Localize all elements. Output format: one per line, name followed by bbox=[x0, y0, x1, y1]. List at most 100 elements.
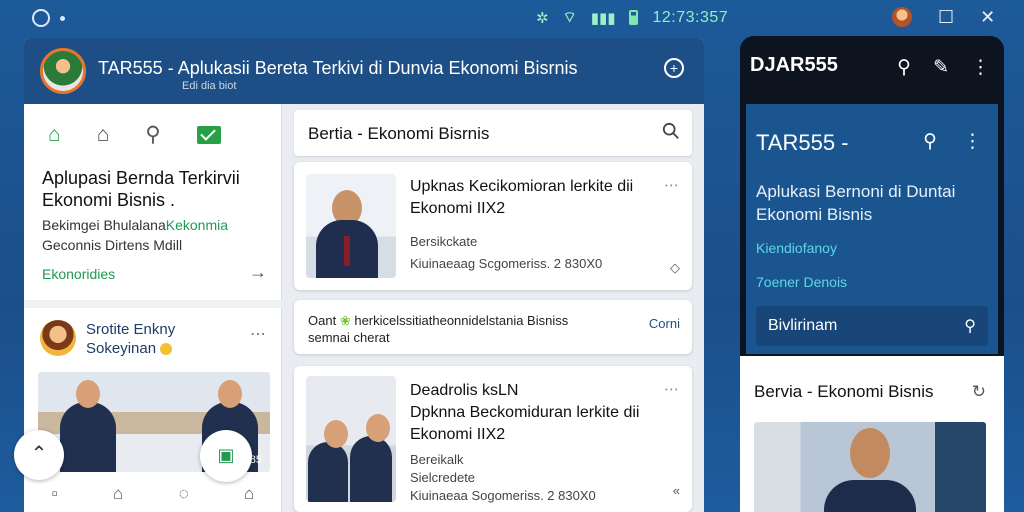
phone-feed: Bervia - Ekonomi Bisnis ↻ bbox=[740, 356, 1004, 512]
left-title: Aplupasi Bernda Terkirvii Ekonomi Bisnis… bbox=[42, 168, 240, 210]
news-card[interactable]: Deadrolis ksLN Dpknna Beckomiduran lerki… bbox=[294, 366, 692, 512]
phone-search-input[interactable]: Bivlirinam ⚲ bbox=[756, 306, 988, 346]
phone-brand: DJAR555 bbox=[750, 54, 838, 76]
camera-button[interactable]: ▣ bbox=[200, 430, 252, 482]
search-icon[interactable]: ⚲ bbox=[145, 122, 160, 147]
window-title: TAR555 - Aplukasii Bereta Terkivi di Dun… bbox=[98, 58, 578, 78]
clock: 12:73:357 bbox=[652, 8, 729, 26]
news-meta: Bereikalk bbox=[410, 452, 464, 467]
edit-icon[interactable]: ✎ bbox=[933, 56, 949, 79]
news-thumbnail bbox=[306, 174, 396, 278]
news-meta: Kiuinaeaag Scgomeriss. 2 830X0 bbox=[410, 256, 603, 271]
house-outline-icon[interactable]: ⌂ bbox=[97, 123, 110, 147]
news-headline-1: Deadrolis ksLN bbox=[410, 382, 519, 399]
person-figure bbox=[308, 420, 348, 502]
verified-icon bbox=[160, 343, 173, 356]
refresh-icon[interactable]: ↻ bbox=[972, 382, 986, 402]
app-logo bbox=[40, 48, 86, 94]
comment-link[interactable]: Corni bbox=[649, 316, 680, 331]
share-icon[interactable]: « bbox=[673, 483, 680, 498]
person-figure bbox=[350, 414, 392, 502]
status-left bbox=[32, 9, 65, 27]
dot-icon bbox=[60, 15, 65, 21]
signal-icon: ▮▮▮ bbox=[590, 9, 616, 27]
left-toolbar: ⌂ ⌂ ⚲ bbox=[24, 104, 281, 147]
news-headline: Deadrolis ksLN Dpknna Beckomiduran lerki… bbox=[410, 380, 660, 446]
window-controls: ☐ ✕ bbox=[892, 7, 995, 27]
home-icon[interactable]: ⌂ bbox=[244, 484, 254, 504]
leaf-icon: ❀ bbox=[339, 313, 351, 328]
snippet-a: Oant bbox=[308, 313, 337, 328]
maximize-icon[interactable]: ☐ bbox=[938, 7, 954, 27]
search-icon[interactable]: ⚲ bbox=[897, 56, 911, 79]
more-vertical-icon[interactable]: ⋮ bbox=[971, 56, 990, 79]
toggle-icon[interactable]: ◌ bbox=[179, 484, 189, 504]
snippet-c: semnai cherat bbox=[308, 330, 390, 345]
search-icon[interactable]: ⚲ bbox=[923, 130, 937, 153]
feed-header: Bertia - Ekonomi Bisrnis bbox=[294, 110, 692, 156]
bug-icon: ✲ bbox=[536, 9, 549, 27]
status-bar: ✲ ⌔ ▮▮▮ 12:73:357 ☐ ✕ bbox=[0, 0, 1024, 36]
home-outline-icon[interactable]: ⌂ bbox=[113, 484, 123, 504]
left-description: Bekimgei BhulalanaKekonmia Geconnis Dirt… bbox=[24, 211, 281, 255]
status-indicators: ✲ ⌔ ▮▮▮ 12:73:357 bbox=[536, 8, 728, 27]
account-avatar[interactable] bbox=[892, 7, 912, 27]
search-icon[interactable]: ⚲ bbox=[964, 316, 976, 336]
news-snippet: Oant ❀ herkicelssitiatheonnidelstania Bi… bbox=[308, 312, 628, 346]
phone-link[interactable]: 7oener Denois bbox=[756, 274, 847, 290]
add-icon[interactable]: + bbox=[664, 58, 684, 78]
desc-line2: Geconnis Dirtens Mdill bbox=[42, 237, 183, 253]
news-headline: Upknas Kecikomioran lerkite dii Ekonomi … bbox=[410, 178, 634, 217]
news-meta: Sielcredete bbox=[410, 470, 476, 485]
more-icon[interactable]: ⋯ bbox=[664, 176, 680, 194]
desc-line1-b: Kekonmia bbox=[165, 217, 229, 233]
phone-search-text: Bivlirinam bbox=[768, 317, 838, 334]
arrow-right-icon[interactable]: → bbox=[249, 262, 267, 283]
phone-preview: DJAR555 ⚲ ✎ ⋮ TAR555 - ⚲ ⋮ Aplukasi Bern… bbox=[740, 36, 1004, 512]
news-meta: Kiuinaeaa Sogomeriss. 2 830X0 bbox=[410, 488, 596, 503]
feed-title: Bertia - Ekonomi Bisrnis bbox=[308, 124, 490, 143]
phone-link[interactable]: Kiendiofanoy bbox=[756, 240, 837, 256]
battery-icon bbox=[629, 10, 639, 25]
main-window: TAR555 - Aplukasii Bereta Terkivi di Dun… bbox=[24, 38, 704, 512]
more-vertical-icon[interactable]: ⋮ bbox=[963, 130, 982, 153]
news-card[interactable]: Oant ❀ herkicelssitiatheonnidelstania Bi… bbox=[294, 300, 692, 354]
more-icon[interactable]: ⋯ bbox=[250, 324, 267, 344]
news-thumbnail bbox=[306, 376, 396, 502]
center-pane: Bertia - Ekonomi Bisrnis Upknas Kecikomi… bbox=[294, 104, 698, 512]
divider bbox=[24, 300, 282, 308]
news-meta: Bersikckate bbox=[410, 234, 478, 249]
person-head bbox=[850, 428, 890, 478]
news-card[interactable]: Upknas Kecikomioran lerkite dii Ekonomi … bbox=[294, 162, 692, 290]
user-name-line1: Srotite Enkny bbox=[86, 321, 176, 338]
wifi-icon: ⌔ bbox=[562, 9, 577, 26]
square-icon[interactable]: ▫ bbox=[52, 484, 58, 504]
left-bottom-bar: ▫ ⌂ ◌ ⌂ bbox=[24, 476, 282, 512]
user-avatar[interactable] bbox=[40, 320, 76, 356]
phone-hero-title: TAR555 - bbox=[756, 130, 849, 155]
user-name[interactable]: Srotite Enkny Sokeyinan bbox=[86, 320, 175, 358]
share-icon[interactable]: ◇ bbox=[670, 260, 680, 276]
category-link[interactable]: Ekonoridies bbox=[42, 266, 115, 282]
person-suit bbox=[824, 480, 916, 512]
more-icon[interactable]: ⋯ bbox=[664, 380, 680, 398]
phone-topbar: DJAR555 ⚲ ✎ ⋮ bbox=[740, 36, 1004, 104]
window-header: TAR555 - Aplukasii Bereta Terkivi di Dun… bbox=[24, 38, 704, 104]
desc-line1-a: Bekimgei Bhulalana bbox=[42, 217, 166, 233]
home-icon[interactable]: ⌂ bbox=[48, 123, 61, 147]
phone-hero: TAR555 - ⚲ ⋮ Aplukasi Bernoni di Duntai … bbox=[746, 104, 998, 354]
phone-hero-subtitle: Aplukasi Bernoni di Duntai Ekonomi Bisni… bbox=[756, 182, 956, 224]
snippet-b: herkicelssitiatheonnidelstania Bisniss bbox=[354, 313, 569, 328]
phone-hero-actions: ⚲ ⋮ bbox=[923, 130, 982, 153]
person-tie bbox=[344, 236, 350, 266]
person-figure bbox=[60, 380, 116, 472]
circle-icon bbox=[32, 9, 50, 27]
user-name-line2: Sokeyinan bbox=[86, 340, 157, 357]
close-icon[interactable]: ✕ bbox=[980, 7, 995, 27]
window-subtitle: Edi dia biot bbox=[182, 80, 237, 92]
phone-feed-title: Bervia - Ekonomi Bisnis bbox=[754, 382, 934, 401]
phone-news-photo[interactable] bbox=[754, 422, 986, 512]
search-icon[interactable] bbox=[662, 122, 680, 140]
scroll-up-button[interactable]: ⌃ bbox=[14, 430, 64, 480]
message-icon[interactable] bbox=[196, 125, 221, 144]
